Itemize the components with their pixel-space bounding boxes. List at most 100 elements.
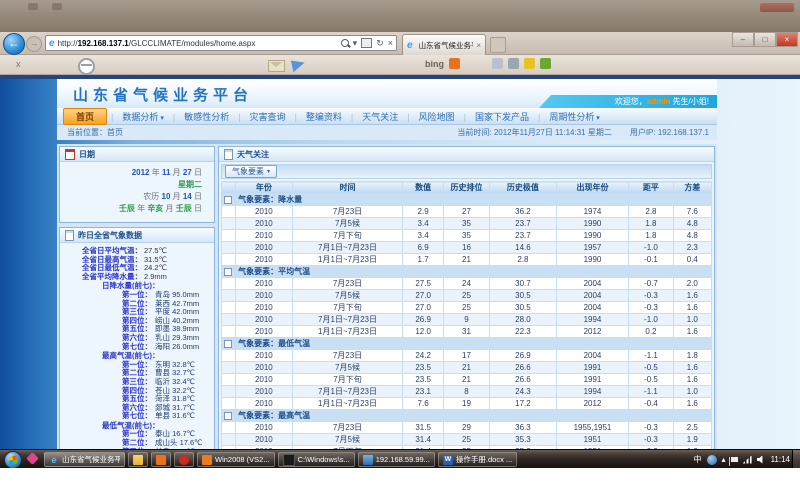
chevron-down-icon: ▾ <box>594 115 599 122</box>
nav-item-7[interactable]: 风险地图 <box>410 110 464 123</box>
new-tab-button[interactable] <box>490 37 506 53</box>
address-bar[interactable]: e http://192.168.137.1/GLCCLIMATE/module… <box>45 35 397 51</box>
table-row[interactable]: 20107月5候23.52126.61991-0.51.6 <box>222 362 712 374</box>
vm-icon <box>202 455 212 465</box>
system-tray: 中 ▴ 11:14 <box>694 450 790 469</box>
table-body: 气象要素：降水量20107月23日2.92736.219742.87.62010… <box>222 194 712 450</box>
taskbar-media-app[interactable] <box>151 452 171 467</box>
toolbar-addon-icon[interactable] <box>524 58 535 69</box>
screen: ← → e http://192.168.137.1/GLCCLIMATE/mo… <box>0 0 800 500</box>
weather-rank-row: 第七位：海阳 26.0mm <box>122 343 212 352</box>
taskbar-explorer-window[interactable] <box>128 452 148 467</box>
tab-title: 山东省气候业务平... <box>419 40 474 51</box>
table-row[interactable]: 20107月23日31.52936.31955,1951-0.32.5 <box>222 422 712 434</box>
nav-item-2[interactable]: 数据分析 ▾ <box>113 110 172 123</box>
pinned-app-icon[interactable] <box>26 452 39 465</box>
table-row[interactable]: 20107月23日24.21726.92004-1.11.8 <box>222 350 712 362</box>
nav-item-1[interactable]: 首页 <box>63 108 107 125</box>
nav-item-8[interactable]: 国家下发产品 <box>466 110 538 123</box>
taskbar-ie-window[interactable]: e山东省气候业务平... <box>44 452 125 467</box>
toolbar-addon-icon[interactable] <box>449 58 460 69</box>
chevron-down-icon: ▾ <box>158 115 163 122</box>
taskbar-word-document[interactable]: W操作手册.docx ... <box>438 452 517 467</box>
refresh-icon[interactable]: ↻ <box>376 38 384 49</box>
username: admin <box>647 97 671 106</box>
table-row[interactable]: 20107月5候31.42535.31951-0.31.9 <box>222 434 712 446</box>
column-header: 方差 <box>673 182 711 194</box>
close-button[interactable]: × <box>776 32 798 47</box>
tray-app-icon[interactable] <box>707 455 717 465</box>
browser-nav-bar: ← → e http://192.168.137.1/GLCCLIMATE/mo… <box>0 32 800 55</box>
toolbar-addon-icon[interactable] <box>492 58 503 69</box>
mail-icon[interactable] <box>268 60 285 72</box>
table-row[interactable]: 20101月1日~7月23日1.7212.81990-0.10.4 <box>222 254 712 266</box>
weather-focus-panel: 天气关注 气象要素 ▾ <box>218 146 715 449</box>
group-checkbox[interactable] <box>224 196 232 204</box>
date-panel-header: 日期 <box>60 147 214 162</box>
table-row[interactable]: 20107月1日~7月23日23.1824.31994-1.11.0 <box>222 386 712 398</box>
search-icon[interactable] <box>341 39 349 47</box>
minimize-button[interactable]: – <box>732 32 754 47</box>
rdp-icon <box>363 455 373 465</box>
table-row[interactable]: 20107月1日~7月23日6.91614.61957-1.02.3 <box>222 242 712 254</box>
table-row[interactable]: 20107月23日2.92736.219742.87.6 <box>222 206 712 218</box>
table-row[interactable]: 20101月1日~7月23日7.61917.22012-0.41.6 <box>222 398 712 410</box>
toolbar-addon-icon[interactable] <box>540 58 551 69</box>
send-icon[interactable] <box>291 58 306 72</box>
table-row[interactable]: 20107月23日27.52430.72004-0.72.0 <box>222 278 712 290</box>
column-header: 出现年份 <box>556 182 629 194</box>
remote-bar-close-button[interactable] <box>760 3 794 12</box>
taskbar: e山东省气候业务平... Win2008 (VS2...C:\Windows\s.… <box>0 449 800 468</box>
show-desktop-button[interactable] <box>792 450 800 469</box>
back-button[interactable]: ← <box>3 33 25 55</box>
language-indicator[interactable]: 中 <box>694 454 702 465</box>
table-row[interactable]: 20107月1日~7月23日26.9928.01994-1.01.0 <box>222 314 712 326</box>
group-row: 气象要素：最低气温 <box>222 338 712 350</box>
group-checkbox[interactable] <box>224 412 232 420</box>
addon-icon[interactable] <box>78 58 95 75</box>
stop-icon[interactable]: × <box>388 38 393 48</box>
date-line-2: 星期二 <box>65 179 202 191</box>
group-checkbox[interactable] <box>224 340 232 348</box>
bing-logo[interactable]: bing <box>425 59 444 69</box>
addon-bar-close-icon[interactable]: x <box>16 59 21 69</box>
search-dropdown-icon[interactable]: ▾ <box>353 38 358 49</box>
taskbar-remote-desktop-window[interactable]: 192.168.59.99... <box>358 452 435 467</box>
nav-item-3[interactable]: 敏感性分析 <box>175 110 238 123</box>
info-bar: 当前位置：首页 当前时间: 2012年11月27日 11:14:31 星期二 用… <box>57 125 717 140</box>
tray-expand-icon[interactable]: ▴ <box>722 455 726 464</box>
action-center-icon[interactable] <box>731 457 738 462</box>
table-row[interactable]: 20107月5候3.43523.719901.84.8 <box>222 218 712 230</box>
nav-item-6[interactable]: 天气关注 <box>353 110 407 123</box>
table-row[interactable]: 20107月5候27.02530.52004-0.31.6 <box>222 290 712 302</box>
tab-close-icon[interactable]: × <box>476 41 481 50</box>
group-checkbox[interactable] <box>224 268 232 276</box>
column-header: 距平 <box>629 182 673 194</box>
maximize-button[interactable]: □ <box>754 32 776 47</box>
taskbar-win2008-window[interactable]: Win2008 (VS2... <box>197 452 275 467</box>
taskbar-media-player[interactable] <box>174 452 194 467</box>
clock[interactable]: 11:14 <box>771 455 790 464</box>
tab-favicon: e <box>407 40 413 51</box>
browser-tab[interactable]: e 山东省气候业务平... × <box>402 34 486 55</box>
compatibility-view-icon[interactable] <box>361 38 372 48</box>
taskbar-apps: e山东省气候业务平... Win2008 (VS2...C:\Windows\s.… <box>44 451 517 468</box>
table-row[interactable]: 20107月下旬27.02530.52004-0.31.6 <box>222 302 712 314</box>
element-dropdown-button[interactable]: 气象要素 ▾ <box>225 165 277 178</box>
page-container: 山东省气候业务平台 欢迎您，admin 先生/小姐! 首页|数据分析 ▾|敏感性… <box>57 79 717 449</box>
browser-command-bar: x bing <box>0 55 800 75</box>
network-icon[interactable] <box>743 456 752 464</box>
nav-item-5[interactable]: 整编资料 <box>297 110 351 123</box>
table-row[interactable]: 20101月1日~7月23日12.03122.320120.21.6 <box>222 326 712 338</box>
start-button[interactable] <box>4 451 22 469</box>
forward-button[interactable]: → <box>26 36 42 52</box>
volume-icon[interactable] <box>757 456 766 464</box>
table-row[interactable]: 20107月下旬3.43523.719901.84.8 <box>222 230 712 242</box>
nav-item-9[interactable]: 周期性分析 ▾ <box>540 110 608 123</box>
table-row[interactable]: 20107月下旬23.52126.61991-0.51.6 <box>222 374 712 386</box>
toolbar-addon-icon[interactable] <box>508 58 519 69</box>
column-header: 历史极值 <box>490 182 557 194</box>
taskbar-cmd-window[interactable]: C:\Windows\s... <box>278 452 355 467</box>
nav-item-4[interactable]: 灾害查询 <box>241 110 295 123</box>
media-red-icon <box>179 455 189 465</box>
